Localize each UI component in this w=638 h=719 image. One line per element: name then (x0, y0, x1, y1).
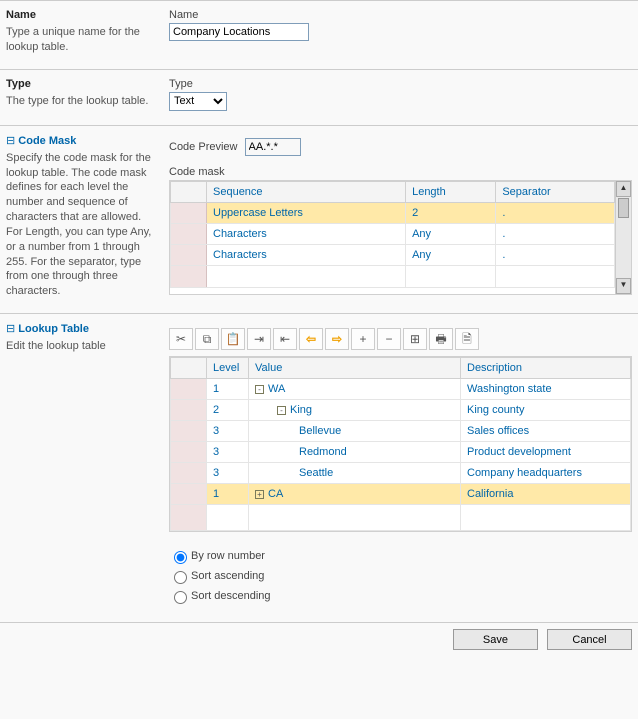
cut-icon[interactable]: ✂ (169, 328, 193, 350)
cell-value[interactable]: Seattle (249, 463, 461, 484)
section-title-lookup[interactable]: Lookup Table (6, 322, 153, 335)
help-text-lookup: Edit the lookup table (6, 339, 153, 354)
name-label: Name (169, 9, 632, 21)
codemask-row[interactable]: Uppercase Letters2. (171, 202, 615, 223)
cell-description[interactable]: Company headquarters (461, 463, 631, 484)
section-title-name: Name (6, 9, 153, 21)
section-title-type: Type (6, 78, 153, 90)
codemask-scrollbar[interactable]: ▲ ▼ (615, 181, 631, 294)
cell-level[interactable]: 3 (207, 442, 249, 463)
col-sequence[interactable]: Sequence (207, 181, 406, 202)
cell-level[interactable]: 3 (207, 421, 249, 442)
col-description[interactable]: Description (461, 358, 631, 379)
move-left-icon[interactable]: ⇦ (299, 328, 323, 350)
cell-level[interactable]: 1 (207, 484, 249, 505)
cell-value[interactable]: Redmond (249, 442, 461, 463)
lookup-row[interactable]: 2-KingKing county (171, 400, 631, 421)
col-length[interactable]: Length (406, 181, 496, 202)
tree-toggle-icon[interactable]: - (277, 406, 286, 415)
cell-level[interactable]: 1 (207, 379, 249, 400)
indent-icon[interactable]: ⇥ (247, 328, 271, 350)
lookup-row[interactable]: 3RedmondProduct development (171, 442, 631, 463)
sort-label-2: Sort descending (191, 590, 271, 602)
cell-separator[interactable]: . (496, 223, 615, 244)
sort-radio-1[interactable] (174, 571, 187, 584)
code-preview-input (245, 138, 301, 156)
print-icon[interactable]: 🖶 (429, 328, 453, 350)
cell-separator[interactable]: . (496, 202, 615, 223)
cell-level[interactable]: 3 (207, 463, 249, 484)
cell-length[interactable]: Any (406, 223, 496, 244)
export-icon[interactable]: 🗎 (455, 328, 479, 350)
cancel-button[interactable]: Cancel (547, 629, 632, 650)
scroll-up-icon[interactable]: ▲ (616, 181, 631, 197)
sort-radio-2[interactable] (174, 591, 187, 604)
move-right-icon[interactable]: ⇨ (325, 328, 349, 350)
copy-icon[interactable]: ⧉ (195, 328, 219, 350)
name-input[interactable] (169, 23, 309, 41)
expand-all-icon[interactable]: ⊞ (403, 328, 427, 350)
cell-separator[interactable]: . (496, 244, 615, 265)
col-value[interactable]: Value (249, 358, 461, 379)
sort-label-1: Sort ascending (191, 570, 264, 582)
cell-sequence[interactable]: Characters (207, 223, 406, 244)
code-preview-label: Code Preview (169, 141, 237, 153)
help-text-type: The type for the lookup table. (6, 94, 153, 109)
cell-description[interactable]: California (461, 484, 631, 505)
col-level[interactable]: Level (207, 358, 249, 379)
collapse-icon[interactable]: − (377, 328, 401, 350)
cell-level[interactable]: 2 (207, 400, 249, 421)
outdent-icon[interactable]: ⇤ (273, 328, 297, 350)
type-label: Type (169, 78, 632, 90)
codemask-row[interactable]: CharactersAny. (171, 244, 615, 265)
cell-length[interactable]: Any (406, 244, 496, 265)
lookup-row[interactable]: 1+CACalifornia (171, 484, 631, 505)
scroll-down-icon[interactable]: ▼ (616, 278, 631, 294)
cell-length[interactable]: 2 (406, 202, 496, 223)
paste-icon[interactable]: 📋 (221, 328, 245, 350)
sort-radio-0[interactable] (174, 551, 187, 564)
cell-sequence[interactable]: Characters (207, 244, 406, 265)
col-separator[interactable]: Separator (496, 181, 615, 202)
cell-value[interactable]: -WA (249, 379, 461, 400)
type-select[interactable]: Text (169, 92, 227, 111)
cell-description[interactable]: King county (461, 400, 631, 421)
cell-value[interactable]: +CA (249, 484, 461, 505)
section-title-codemask[interactable]: Code Mask (6, 134, 153, 147)
help-text-name: Type a unique name for the lookup table. (6, 25, 153, 55)
sort-label-0: By row number (191, 550, 265, 562)
code-mask-label: Code mask (169, 166, 632, 178)
lookup-row[interactable]: 1-WAWashington state (171, 379, 631, 400)
cell-description[interactable]: Washington state (461, 379, 631, 400)
tree-toggle-icon[interactable]: + (255, 490, 264, 499)
cell-value[interactable]: -King (249, 400, 461, 421)
tree-toggle-icon[interactable]: - (255, 385, 264, 394)
cell-description[interactable]: Sales offices (461, 421, 631, 442)
help-text-codemask: Specify the code mask for the lookup tab… (6, 151, 153, 299)
expand-icon[interactable]: + (351, 328, 375, 350)
save-button[interactable]: Save (453, 629, 538, 650)
cell-sequence[interactable]: Uppercase Letters (207, 202, 406, 223)
cell-value[interactable]: Bellevue (249, 421, 461, 442)
codemask-row[interactable]: CharactersAny. (171, 223, 615, 244)
lookup-row[interactable]: 3SeattleCompany headquarters (171, 463, 631, 484)
cell-description[interactable]: Product development (461, 442, 631, 463)
lookup-row[interactable]: 3BellevueSales offices (171, 421, 631, 442)
